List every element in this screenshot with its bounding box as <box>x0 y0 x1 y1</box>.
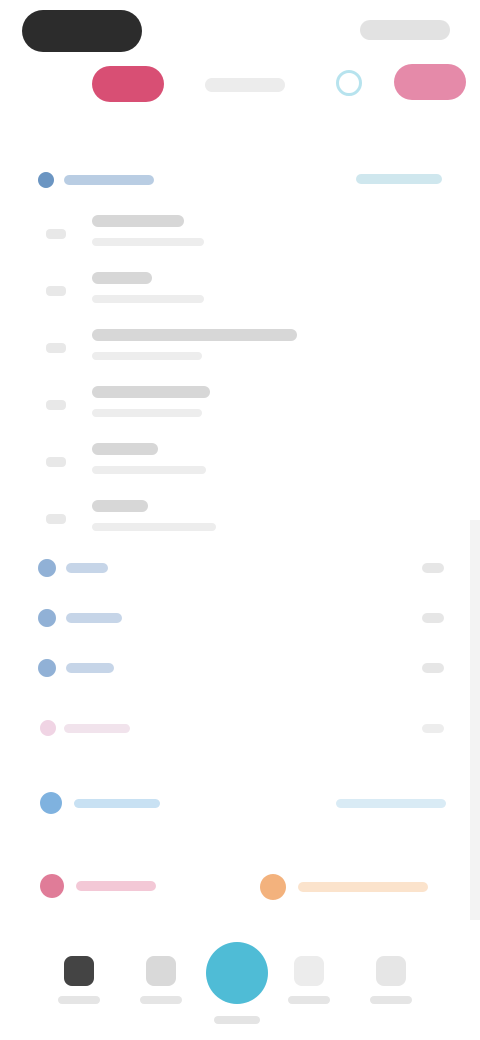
list-item-title <box>92 329 297 341</box>
nav-center-label <box>214 1016 260 1024</box>
info-icon <box>40 792 62 814</box>
list-item-icon <box>46 457 66 467</box>
right-action-icon <box>260 874 286 900</box>
section-icon <box>38 172 54 188</box>
list-item-icon <box>46 229 66 239</box>
value-row-label <box>66 613 122 623</box>
right-action-label <box>298 882 428 892</box>
scrollbar[interactable] <box>470 520 480 920</box>
list-item-subtitle <box>92 466 206 474</box>
value-row-value <box>422 663 444 673</box>
list-item-title <box>92 215 184 227</box>
chart-icon <box>294 956 324 986</box>
nav-item-home[interactable] <box>44 950 114 1020</box>
nav-item-label <box>140 996 182 1004</box>
top-right-button[interactable] <box>394 64 466 100</box>
section-link[interactable] <box>356 174 442 184</box>
left-action-icon <box>40 874 64 898</box>
refresh-icon[interactable] <box>336 70 362 96</box>
right-action-button[interactable] <box>256 868 446 902</box>
extra-row-icon <box>40 720 56 736</box>
nav-item-label <box>288 996 330 1004</box>
value-row-icon <box>38 559 56 577</box>
list-item-title <box>92 500 148 512</box>
section-title <box>64 175 154 185</box>
list-item-title <box>92 443 158 455</box>
info-link[interactable] <box>336 799 446 808</box>
list-item-icon <box>46 286 66 296</box>
value-row-value <box>422 613 444 623</box>
list-item-subtitle <box>92 409 202 417</box>
info-label <box>74 799 160 808</box>
list-item[interactable] <box>0 490 480 547</box>
info-row[interactable] <box>0 786 480 820</box>
add-icon[interactable] <box>206 942 268 1004</box>
list-item-title <box>92 272 152 284</box>
list-item-icon <box>46 514 66 524</box>
extra-row-label <box>64 724 130 733</box>
value-row[interactable] <box>0 552 480 582</box>
nav-item-profile[interactable] <box>356 950 426 1020</box>
list-item[interactable] <box>0 319 480 376</box>
left-action-label <box>76 881 156 891</box>
list-item-subtitle <box>92 352 202 360</box>
value-row[interactable] <box>0 602 480 632</box>
item-list <box>0 205 480 547</box>
nav-item-stats[interactable] <box>274 950 344 1020</box>
extra-row[interactable] <box>0 712 480 742</box>
value-row-label <box>66 663 114 673</box>
document-icon <box>146 956 176 986</box>
top-left-button[interactable] <box>92 66 164 102</box>
list-item-subtitle <box>92 523 216 531</box>
list-item[interactable] <box>0 205 480 262</box>
app-screen <box>0 0 480 1040</box>
page-title <box>205 78 285 92</box>
extra-row-value <box>422 724 444 733</box>
list-item-icon <box>46 343 66 353</box>
user-icon <box>376 956 406 986</box>
nav-item-docs[interactable] <box>126 950 196 1020</box>
list-item[interactable] <box>0 262 480 319</box>
value-row-label <box>66 563 108 573</box>
value-row-icon <box>38 659 56 677</box>
status-bar-indicators <box>360 20 450 40</box>
status-bar-time <box>22 10 142 52</box>
list-item-title <box>92 386 210 398</box>
section-header <box>38 172 154 188</box>
value-row-value <box>422 563 444 573</box>
nav-item-label <box>370 996 412 1004</box>
list-item-icon <box>46 400 66 410</box>
list-item-subtitle <box>92 238 204 246</box>
list-item[interactable] <box>0 433 480 490</box>
list-item-subtitle <box>92 295 204 303</box>
value-row[interactable] <box>0 652 480 682</box>
bottom-nav <box>0 930 480 1040</box>
nav-item-label <box>58 996 100 1004</box>
list-item[interactable] <box>0 376 480 433</box>
grid-icon <box>64 956 94 986</box>
left-action-button[interactable] <box>36 868 156 902</box>
value-row-icon <box>38 609 56 627</box>
